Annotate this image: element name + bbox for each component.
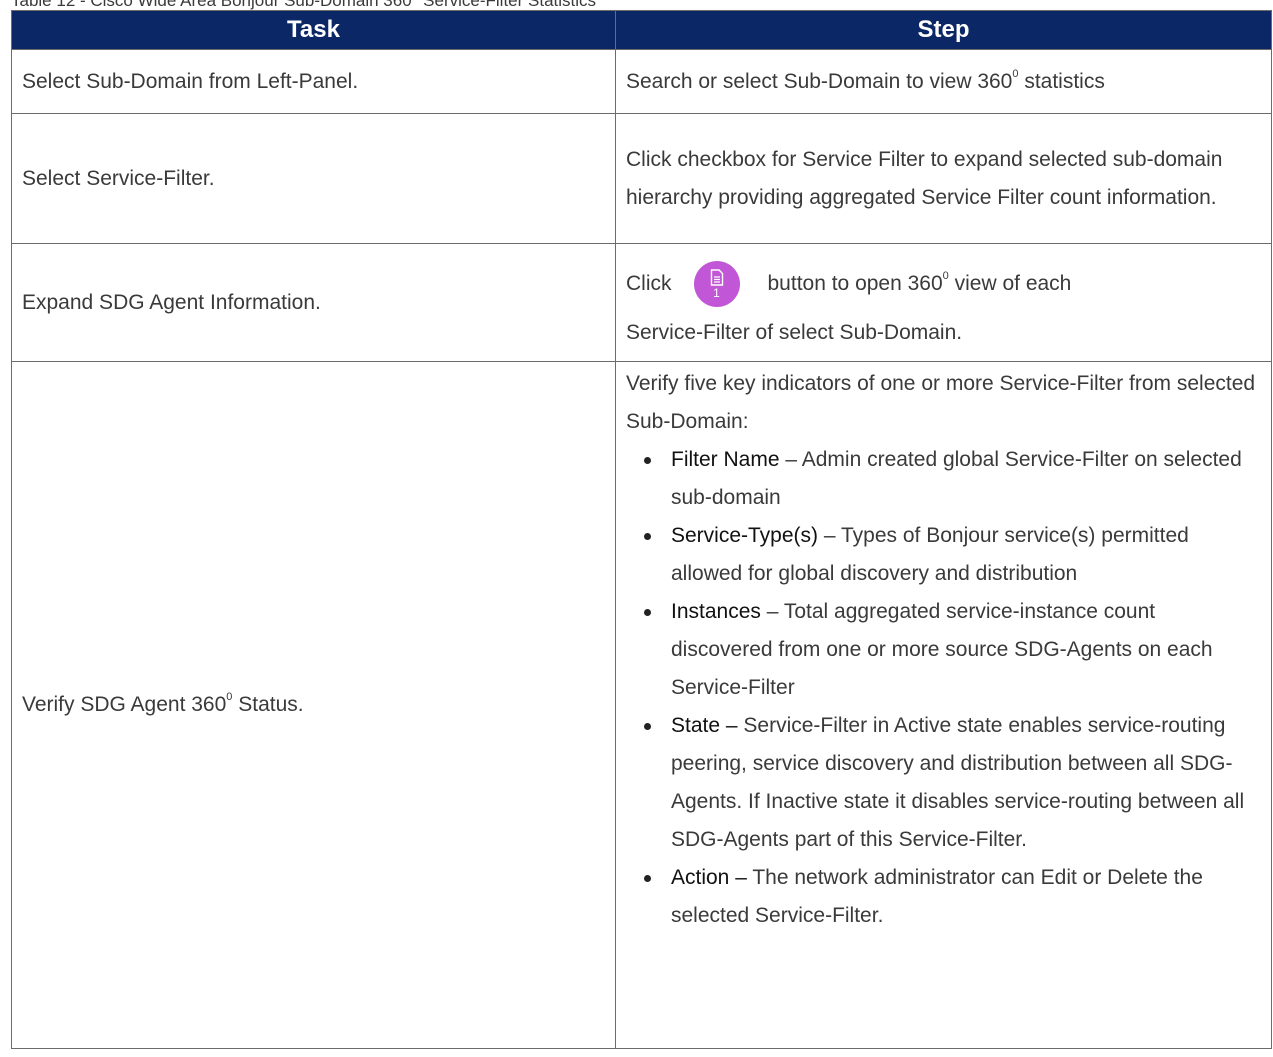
list-item: Filter Name – Admin created global Servi… [644, 441, 1261, 517]
list-item: Action – The network administrator can E… [644, 859, 1261, 935]
header-task: Task [11, 10, 616, 50]
indicator-term: State – [671, 714, 738, 737]
document-icon[interactable]: 1 [693, 260, 740, 307]
indicator-term: Action – [671, 866, 747, 889]
table-header-row: Task Step [11, 10, 1272, 50]
task-text: Select Service-Filter. [22, 166, 215, 190]
task-cell: Expand SDG Agent Information. [11, 243, 616, 362]
step-cell: Search or select Sub-Domain to view 3600… [615, 49, 1272, 114]
task-cell: Verify SDG Agent 3600 Status. [11, 361, 616, 1049]
step-cell: Click checkbox for Service Filter to exp… [615, 113, 1272, 244]
step-cell: Click 1 button to open 3600 view of each… [615, 243, 1272, 362]
list-item: State – Service-Filter in Active state e… [644, 707, 1261, 859]
list-item: Instances – Total aggregated service-ins… [644, 593, 1261, 707]
indicator-term: Instances [671, 600, 761, 623]
indicator-desc: Service-Filter in Active state enables s… [671, 714, 1245, 851]
list-item: Service-Type(s) – Types of Bonjour servi… [644, 517, 1261, 593]
step-cell: Verify five key indicators of one or mor… [615, 361, 1272, 1049]
table-row: Select Service-Filter. Click checkbox fo… [11, 113, 1272, 244]
task-text: Expand SDG Agent Information. [22, 290, 321, 314]
table-row: Select Sub-Domain from Left-Panel. Searc… [11, 49, 1272, 114]
indicator-term: Filter Name [671, 448, 780, 471]
table-row: Verify SDG Agent 3600 Status. Verify fiv… [11, 361, 1272, 1049]
step-text: Search or select Sub-Domain to view 3600… [626, 67, 1105, 93]
indicator-list: Filter Name – Admin created global Servi… [626, 441, 1261, 935]
header-step: Step [615, 10, 1272, 50]
step-after-text: button to open 3600 view of each [767, 269, 1072, 295]
task-cell: Select Service-Filter. [11, 113, 616, 244]
button-badge: 1 [713, 285, 720, 300]
indicator-desc: The network administrator can Edit or De… [671, 866, 1203, 927]
table-row: Expand SDG Agent Information. Click 1 bu… [11, 243, 1272, 362]
task-text: Verify SDG Agent 3600 Status. [22, 691, 304, 717]
task-text: Select Sub-Domain from Left-Panel. [22, 69, 359, 93]
task-cell: Select Sub-Domain from Left-Panel. [11, 49, 616, 114]
step-line2: Service-Filter of select Sub-Domain. [626, 320, 963, 344]
step-click-text: Click [626, 271, 672, 295]
step-intro: Verify five key indicators of one or mor… [626, 372, 1256, 433]
indicator-term: Service-Type(s) [671, 524, 819, 547]
service-filter-steps-table: Task Step Select Sub-Domain from Left-Pa… [11, 10, 1272, 1049]
step-text: Click checkbox for Service Filter to exp… [626, 147, 1223, 209]
